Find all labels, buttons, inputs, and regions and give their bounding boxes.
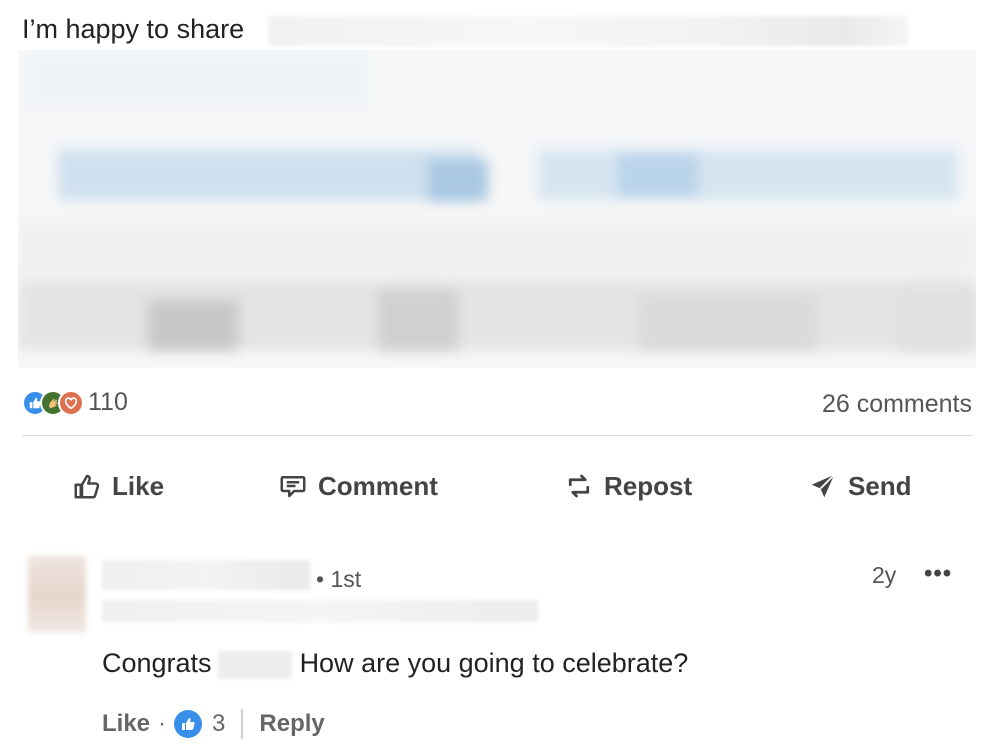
social-counts: 110 26 comments <box>22 386 972 422</box>
separator-dot: · <box>158 710 167 737</box>
repost-button-label: Repost <box>604 470 693 501</box>
post-text: I’m happy to share <box>22 14 245 44</box>
like-button-label: Like <box>112 470 165 501</box>
comment-icon <box>280 476 306 498</box>
comment-text-start: Congrats <box>102 648 212 678</box>
comment-text: Congrats How are you going to celebrate? <box>102 648 688 679</box>
commenter-avatar[interactable] <box>28 556 86 632</box>
redacted-text <box>268 16 908 46</box>
divider <box>22 435 972 436</box>
reactions-summary[interactable]: 110 <box>22 388 128 417</box>
comments-count-link[interactable]: 26 comments <box>822 390 972 419</box>
send-button[interactable]: Send <box>808 458 912 514</box>
love-reaction-icon <box>58 389 84 416</box>
comment-button-label: Comment <box>318 470 438 501</box>
comment-age: 2y <box>872 562 897 588</box>
like-reaction-icon[interactable] <box>174 710 203 738</box>
comment-like-count[interactable]: 3 <box>212 710 225 738</box>
repost-icon <box>568 474 590 498</box>
redacted-mention <box>217 650 292 679</box>
reaction-count: 110 <box>88 388 128 416</box>
more-options-icon[interactable]: ••• <box>924 560 952 588</box>
like-button[interactable]: Like <box>72 458 164 514</box>
post-actions-bar: Like Comment Repost Send <box>22 458 972 514</box>
divider <box>241 709 244 739</box>
thumbs-up-icon <box>74 474 100 499</box>
send-button-label: Send <box>848 470 912 501</box>
post-media-blurred[interactable] <box>18 50 976 368</box>
comment-button[interactable]: Comment <box>278 458 438 514</box>
comment-actions: Like · 3 Reply <box>102 706 325 742</box>
commenter-name-redacted[interactable] <box>102 560 310 590</box>
reply-button[interactable]: Reply <box>259 710 324 738</box>
comment-text-end: How are you going to celebrate? <box>299 648 689 678</box>
commenter-headline-redacted <box>102 600 538 622</box>
send-icon <box>811 474 835 498</box>
repost-button[interactable]: Repost <box>564 458 692 514</box>
connection-degree: • 1st <box>316 566 362 592</box>
comment-like-button[interactable]: Like <box>102 710 150 738</box>
